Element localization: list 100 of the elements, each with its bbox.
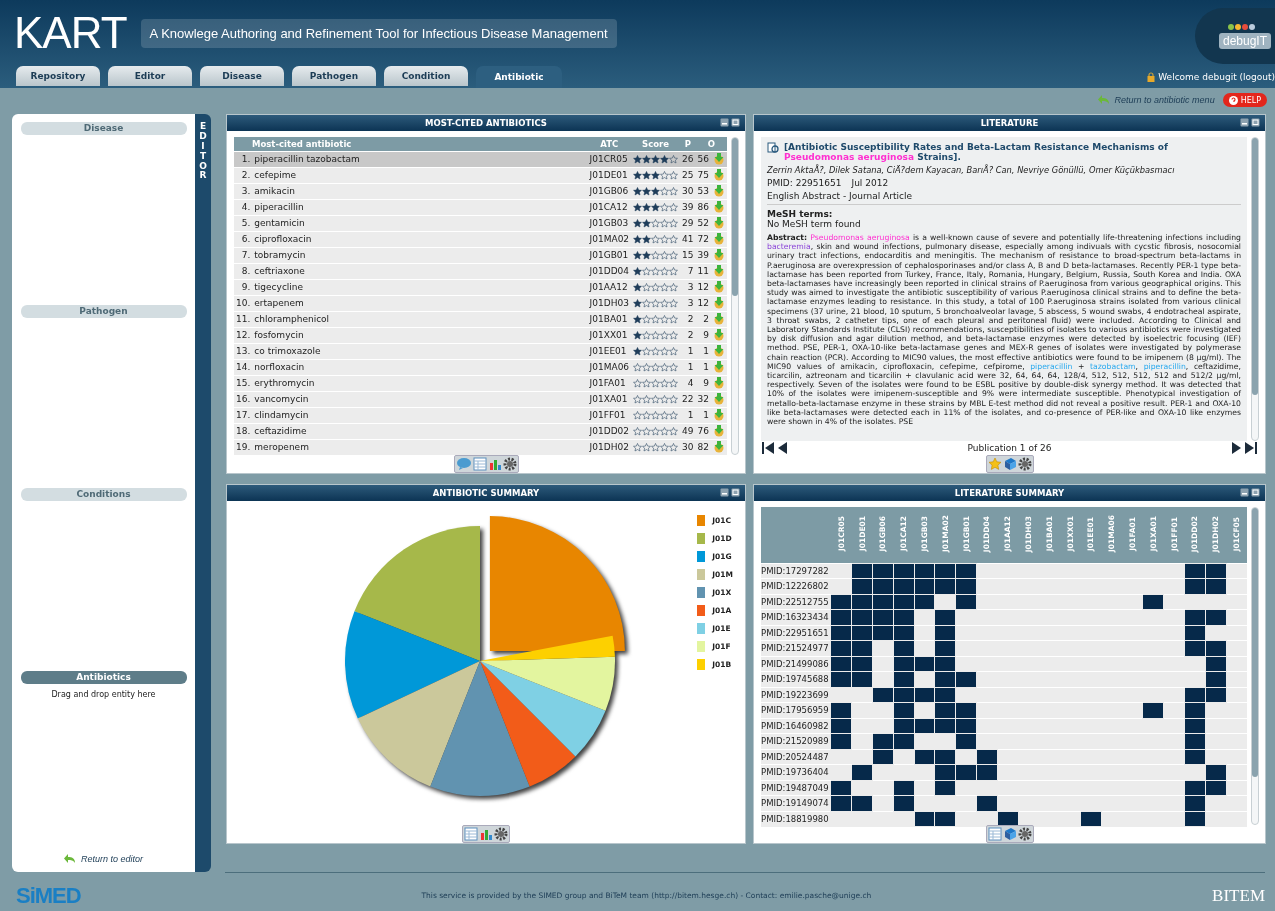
- download-icon[interactable]: [713, 377, 725, 389]
- download-icon[interactable]: [713, 249, 725, 261]
- table-icon[interactable]: [472, 457, 487, 471]
- download-icon[interactable]: [713, 281, 725, 293]
- nav-tab[interactable]: Repository: [16, 66, 100, 86]
- scrollbar[interactable]: [1251, 137, 1259, 441]
- download-icon[interactable]: [713, 425, 725, 437]
- nav-tab[interactable]: Condition: [384, 66, 468, 86]
- maximize-icon[interactable]: [731, 118, 740, 127]
- download-icon[interactable]: [713, 169, 725, 181]
- download-icon[interactable]: [713, 153, 725, 165]
- pmid-label[interactable]: PMID:12226802: [761, 578, 831, 594]
- minimize-icon[interactable]: [1240, 118, 1249, 127]
- minimize-icon[interactable]: [720, 488, 729, 497]
- pmid-label[interactable]: PMID:18819980: [761, 811, 831, 827]
- maximize-icon[interactable]: [1251, 488, 1260, 497]
- table-row[interactable]: 17. clindamycin J01FF01 1 1: [234, 407, 727, 423]
- download-icon[interactable]: [713, 361, 725, 373]
- table-row[interactable]: 14. norfloxacin J01MA06 1 1: [234, 359, 727, 375]
- first-page-icon[interactable]: [762, 442, 774, 454]
- bar-chart-icon[interactable]: [479, 827, 493, 841]
- maximize-icon[interactable]: [1251, 118, 1260, 127]
- table-row[interactable]: 1. piperacillin tazobactam J01CR05 26 56: [234, 151, 727, 167]
- pmid-label[interactable]: PMID:17956959: [761, 702, 831, 718]
- download-icon[interactable]: [713, 409, 725, 421]
- table-icon[interactable]: [987, 827, 1002, 841]
- pmid-label[interactable]: PMID:19487049: [761, 780, 831, 796]
- download-icon[interactable]: [713, 201, 725, 213]
- scrollbar[interactable]: [731, 137, 739, 455]
- gear-icon[interactable]: [494, 827, 508, 841]
- last-page-icon[interactable]: [1245, 442, 1257, 454]
- section-header[interactable]: Antibiotics: [20, 671, 187, 684]
- gear-icon[interactable]: [1017, 457, 1032, 471]
- table-row[interactable]: 12. fosfomycin J01XX01 2 9: [234, 327, 727, 343]
- pmid-label[interactable]: PMID:22512755: [761, 594, 831, 610]
- table-row[interactable]: 7. tobramycin J01GB01 15 39: [234, 247, 727, 263]
- section-header[interactable]: Disease: [20, 122, 187, 135]
- table-row[interactable]: 2. cefepime J01DE01 25 75: [234, 167, 727, 183]
- table-row[interactable]: 15. erythromycin J01FA01 4 9: [234, 375, 727, 391]
- help-button[interactable]: HELP: [1222, 93, 1267, 107]
- table-row[interactable]: 11. chloramphenicol J01BA01 2 2: [234, 311, 727, 327]
- document-icon[interactable]: [767, 142, 779, 154]
- return-arrow-icon[interactable]: [63, 854, 76, 864]
- section-header[interactable]: Pathogen: [20, 305, 187, 318]
- download-icon[interactable]: [713, 441, 725, 454]
- chat-icon[interactable]: [455, 457, 472, 471]
- download-icon[interactable]: [713, 329, 725, 341]
- pmid-label[interactable]: PMID:21520989: [761, 733, 831, 749]
- download-icon[interactable]: [713, 233, 725, 245]
- pmid-label[interactable]: PMID:17297282: [761, 563, 831, 579]
- section-header[interactable]: Conditions: [20, 488, 187, 501]
- download-icon[interactable]: [713, 265, 725, 277]
- next-icon[interactable]: [1232, 442, 1241, 454]
- pmid-label[interactable]: PMID:21499086: [761, 656, 831, 672]
- gear-icon[interactable]: [502, 457, 517, 471]
- table-row[interactable]: 13. co trimoxazole J01EE01 1 1: [234, 343, 727, 359]
- minimize-icon[interactable]: [720, 118, 729, 127]
- atc-code: J01XX01: [587, 327, 632, 343]
- table-row[interactable]: 9. tigecycline J01AA12 3 12: [234, 279, 727, 295]
- bar-chart-icon[interactable]: [487, 457, 502, 471]
- welcome-link[interactable]: Welcome debugit (logout): [1158, 72, 1275, 82]
- previous-icon[interactable]: [778, 442, 787, 454]
- table-icon[interactable]: [464, 827, 478, 841]
- table-row[interactable]: 19. meropenem J01DH02 30 82: [234, 439, 727, 455]
- editor-tab[interactable]: EDITOR: [195, 114, 211, 872]
- table-row[interactable]: 10. ertapenem J01DH03 3 12: [234, 295, 727, 311]
- download-icon[interactable]: [713, 345, 725, 357]
- download-icon[interactable]: [713, 313, 725, 325]
- maximize-icon[interactable]: [731, 488, 740, 497]
- nav-tab[interactable]: Editor: [108, 66, 192, 86]
- pmid-label[interactable]: PMID:16323434: [761, 609, 831, 625]
- table-row[interactable]: 4. piperacillin J01CA12 39 86: [234, 199, 727, 215]
- download-icon[interactable]: [713, 217, 725, 229]
- minimize-icon[interactable]: [1240, 488, 1249, 497]
- nav-tab[interactable]: Disease: [200, 66, 284, 86]
- return-link[interactable]: Return to editor: [80, 854, 143, 864]
- nav-tab[interactable]: Pathogen: [292, 66, 376, 86]
- pmid-label[interactable]: PMID:19223699: [761, 687, 831, 703]
- gear-icon[interactable]: [1017, 827, 1032, 841]
- table-row[interactable]: 18. ceftazidime J01DD02 49 76: [234, 423, 727, 439]
- pmid-label[interactable]: PMID:16460982: [761, 718, 831, 734]
- download-icon[interactable]: [713, 185, 725, 197]
- pmid-label[interactable]: PMID:19745688: [761, 671, 831, 687]
- pmid-label[interactable]: PMID:22951651: [761, 625, 831, 641]
- return-link[interactable]: Return to antibiotic menu: [1114, 95, 1215, 105]
- table-row[interactable]: 8. ceftriaxone J01DD04 7 11: [234, 263, 727, 279]
- table-row[interactable]: 6. ciprofloxacin J01MA02 41 72: [234, 231, 727, 247]
- download-icon[interactable]: [713, 393, 725, 405]
- nav-tab[interactable]: Antibiotic: [476, 66, 562, 88]
- article-title[interactable]: [Antibiotic Susceptibility Rates and Beta-Lactam Resistance Mechanisms of Pseudomonas aeruginosa Strains].: [784, 142, 1241, 162]
- download-icon[interactable]: [713, 297, 725, 309]
- star-icon[interactable]: [987, 457, 1002, 471]
- scrollbar[interactable]: [1251, 507, 1259, 825]
- pmid-label[interactable]: PMID:19149074: [761, 795, 831, 811]
- pmid-label[interactable]: PMID:20524487: [761, 749, 831, 765]
- table-row[interactable]: 3. amikacin J01GB06 30 53: [234, 183, 727, 199]
- pmid-label[interactable]: PMID:19736404: [761, 764, 831, 780]
- pmid-label[interactable]: PMID:21524977: [761, 640, 831, 656]
- table-row[interactable]: 16. vancomycin J01XA01 22 32: [234, 391, 727, 407]
- table-row[interactable]: 5. gentamicin J01GB03 29 52: [234, 215, 727, 231]
